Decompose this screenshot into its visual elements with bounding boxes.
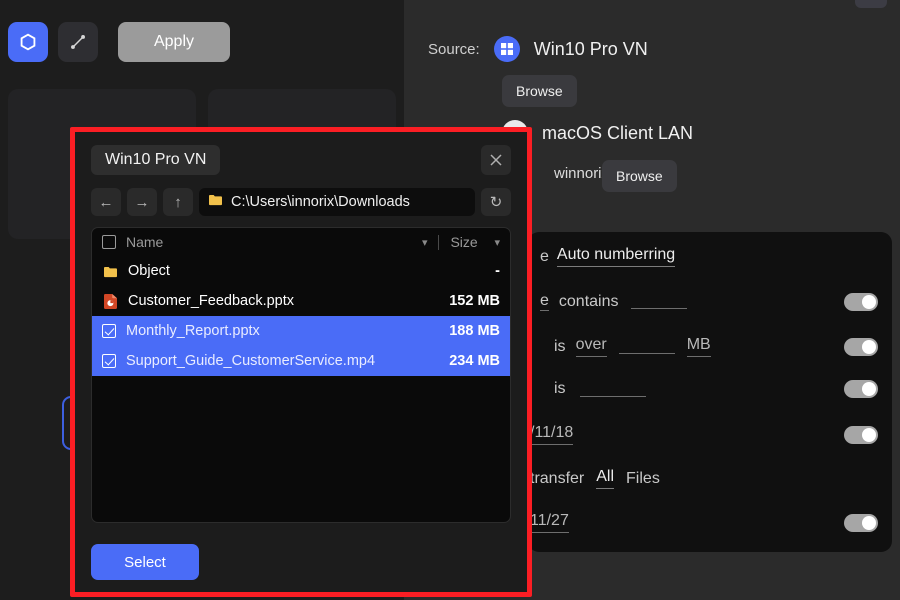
dialog-title: Win10 Pro VN — [91, 145, 221, 175]
file-size: - — [495, 263, 500, 279]
setting-scope-type[interactable]: Files — [626, 470, 660, 488]
setting-value-input[interactable] — [579, 382, 646, 397]
setting-row-date-1: /11/18 — [528, 424, 892, 445]
panel-handle[interactable] — [855, 0, 887, 8]
app-root: Apply Source: Win10 Pro VN Browse mac ma… — [0, 0, 900, 600]
chevron-down-icon[interactable]: ▾ — [422, 236, 428, 249]
file-list-panel: Name ▾ Size ▾ Object - Customer_Feedback… — [91, 227, 511, 523]
file-browser-dialog: Win10 Pro VN ← → ↑ C:\Users\innorix\Down… — [75, 132, 527, 592]
refresh-icon[interactable]: ↻ — [481, 188, 511, 216]
column-header-name[interactable]: Name — [126, 234, 163, 250]
file-dialog-highlight: Win10 Pro VN ← → ↑ C:\Users\innorix\Down… — [70, 127, 532, 597]
setting-row-size-over: is over MB — [528, 336, 892, 357]
apply-button[interactable]: Apply — [118, 22, 230, 62]
path-text: C:\Users\innorix\Downloads — [231, 194, 410, 210]
select-button[interactable]: Select — [91, 544, 199, 580]
setting-toggle[interactable] — [844, 380, 878, 398]
setting-prefix: transfer — [530, 469, 585, 487]
setting-row-transfer-all-files: transfer All Files — [528, 468, 892, 489]
column-header-size[interactable]: Size — [450, 234, 494, 250]
file-name: Object — [128, 263, 170, 279]
setting-operator[interactable]: over — [575, 336, 607, 357]
file-size: 188 MB — [449, 323, 500, 339]
dialog-navigation: ← → ↑ C:\Users\innorix\Downloads ↻ — [91, 188, 511, 216]
file-size: 234 MB — [449, 353, 500, 369]
setting-value-input[interactable] — [630, 294, 687, 309]
setting-prefix: is — [554, 337, 566, 355]
source-browse-button[interactable]: Browse — [502, 75, 577, 107]
setting-date[interactable]: /11/18 — [530, 424, 574, 445]
file-name: Monthly_Report.pptx — [126, 323, 260, 339]
destination-name: macOS Client LAN — [542, 122, 694, 143]
setting-prefix: e — [540, 292, 549, 311]
folder-icon — [208, 193, 223, 211]
toggle-knob — [862, 294, 876, 309]
close-icon[interactable] — [481, 145, 511, 175]
source-label: Source: — [428, 40, 480, 58]
toggle-knob — [862, 427, 876, 442]
table-row[interactable]: Support_Guide_CustomerService.mp4 234 MB — [92, 346, 510, 376]
setting-row-auto-numbering: e Auto numberring — [528, 246, 892, 267]
connection-icon[interactable] — [58, 22, 98, 62]
setting-label[interactable]: Auto numberring — [556, 246, 676, 267]
setting-toggle[interactable] — [844, 425, 878, 444]
table-row[interactable]: Object - — [92, 256, 510, 286]
file-list-header: Name ▾ Size ▾ — [92, 228, 510, 256]
arrow-right-icon[interactable]: → — [127, 188, 157, 216]
chevron-down-icon[interactable]: ▾ — [494, 236, 500, 249]
arrow-left-icon[interactable]: ← — [91, 188, 121, 216]
source-row: Source: Win10 Pro VN — [428, 36, 648, 62]
setting-row-contains: e contains — [528, 292, 892, 311]
destination-user: winnorix — [554, 165, 610, 182]
setting-unit: MB — [686, 336, 711, 357]
source-name: Win10 Pro VN — [533, 38, 648, 59]
setting-toggle[interactable] — [844, 513, 878, 532]
setting-prefix: is — [554, 380, 566, 397]
windows-icon — [493, 36, 520, 62]
powerpoint-icon — [102, 293, 118, 309]
hexagon-icon[interactable] — [8, 22, 48, 62]
table-row[interactable]: Customer_Feedback.pptx 152 MB — [92, 286, 510, 316]
destination-browse-button[interactable]: Browse — [602, 160, 677, 192]
toggle-knob — [862, 382, 876, 396]
table-row[interactable]: Monthly_Report.pptx 188 MB — [92, 316, 510, 346]
setting-scope[interactable]: All — [596, 468, 615, 489]
toggle-knob — [862, 515, 876, 530]
setting-date[interactable]: 11/27 — [530, 512, 569, 533]
arrow-up-icon[interactable]: ↑ — [163, 188, 193, 216]
folder-icon — [102, 263, 118, 279]
path-input[interactable]: C:\Users\innorix\Downloads — [199, 188, 475, 216]
setting-toggle[interactable] — [844, 292, 878, 311]
toggle-knob — [862, 339, 876, 354]
setting-toggle[interactable] — [844, 337, 878, 356]
setting-row-date-2: 11/27 — [528, 512, 892, 533]
setting-condition[interactable]: contains — [559, 293, 619, 311]
row-checkbox[interactable] — [102, 324, 116, 338]
dialog-header: Win10 Pro VN — [91, 144, 511, 176]
file-name: Support_Guide_CustomerService.mp4 — [126, 353, 376, 369]
row-checkbox[interactable] — [102, 354, 116, 368]
file-size: 152 MB — [449, 293, 500, 309]
setting-prefix: e — [540, 247, 549, 265]
setting-value-input[interactable] — [618, 339, 675, 354]
header-divider — [438, 234, 440, 250]
settings-box: e Auto numberring e contains is over MB … — [528, 232, 892, 552]
toolbar: Apply — [8, 22, 230, 62]
setting-row-is: is — [528, 380, 892, 398]
select-all-checkbox[interactable] — [102, 235, 116, 249]
file-name: Customer_Feedback.pptx — [128, 293, 295, 309]
